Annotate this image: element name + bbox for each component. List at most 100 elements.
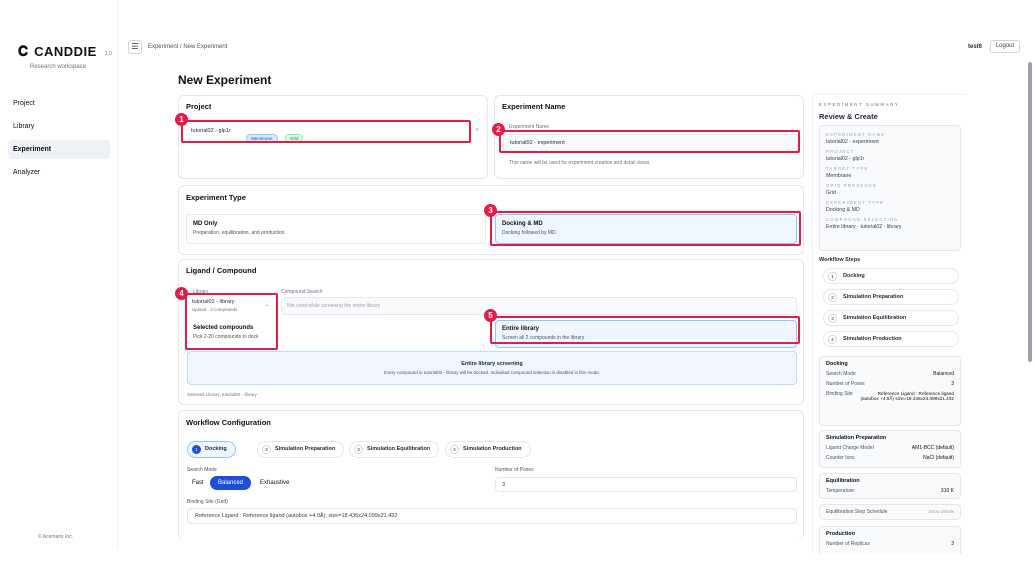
step-num: 2	[828, 292, 837, 302]
annotation-box-2	[499, 130, 800, 153]
annotation-box-3	[490, 211, 801, 246]
option-md-only[interactable]: MD Only Preparation, equilibration, and …	[186, 214, 486, 244]
banner-desc: Every compound in tutorial02 - library w…	[383, 370, 601, 375]
summary-schedule[interactable]: Equilibration Step Schedule Show details	[819, 504, 961, 520]
step-label: Simulation Production	[843, 336, 902, 342]
tab-sim-prod-label: Simulation Production	[463, 446, 522, 452]
summary-panel: EXPERIMENT SUMMARY Review & Create EXPER…	[812, 94, 966, 554]
mode-exhaustive[interactable]: Exhaustive	[252, 476, 297, 490]
summary-value: Grid	[826, 190, 837, 196]
ligand-title: Ligand / Compound	[186, 266, 257, 275]
tab-sim-prep-num: 2	[262, 445, 271, 454]
row-key: Binding Site	[826, 391, 853, 397]
summary-value: tutorial02 - experiment	[826, 139, 879, 145]
summary-label: COMPOUND SELECTION	[826, 217, 899, 222]
experiment-type-title: Experiment Type	[186, 193, 246, 202]
row-key: Counter Ions	[826, 455, 855, 461]
hamburger-icon[interactable]: ☰	[128, 40, 142, 54]
binding-site-value: Reference Ligand : Reference ligand (aut…	[195, 513, 398, 519]
brand[interactable]: 𝐂 CANDDIE 2.0	[18, 43, 112, 60]
tab-sim-prep[interactable]: 2 Simulation Preparation	[257, 441, 345, 458]
row-value: 310 K	[940, 488, 954, 494]
poses-value: 3	[502, 482, 506, 488]
sidebar-item-experiment[interactable]: Experiment	[8, 140, 110, 159]
annotation-badge-4: 4	[175, 287, 188, 300]
step-label: Docking	[843, 273, 865, 279]
docking-title: Docking	[826, 361, 848, 367]
mode-fast[interactable]: Fast	[184, 476, 212, 490]
equil-title: Equilibration	[826, 478, 860, 484]
tab-docking-label: Docking	[205, 446, 227, 452]
summary-label: GRID PRESENCE	[826, 183, 878, 188]
binding-site-select[interactable]: Reference Ligand : Reference ligand (aut…	[187, 508, 797, 524]
row-value: Reference Ligand : Reference ligand (aut…	[860, 391, 954, 401]
row-value: AM1-BCC (default)	[911, 445, 954, 451]
summary-value: tutorial02 - glp1r	[826, 156, 865, 162]
copyright: © Acemarix Inc.	[38, 534, 74, 540]
summary-fields: EXPERIMENT NAME tutorial02 - experiment …	[819, 125, 961, 251]
sidebar-item-analyzer[interactable]: Analyzer	[8, 163, 110, 182]
user-name: test6	[968, 44, 983, 50]
tab-sim-equil[interactable]: 3 Simulation Equilibration	[349, 441, 440, 458]
summary-docking: Docking Search Mode Balanced Number of Po…	[819, 356, 961, 426]
tab-docking-num: 1	[192, 445, 201, 454]
row-value: 3	[951, 381, 954, 387]
page-title: New Experiment	[178, 73, 272, 87]
experiment-name-help: This name will be used for experiment cr…	[509, 160, 651, 166]
banner-title: Entire library screening	[461, 361, 523, 367]
row-key: Temperature	[826, 488, 855, 494]
step-label: Simulation Equilibration	[843, 315, 907, 321]
sidebar-item-project[interactable]: Project	[8, 94, 110, 113]
schedule-label: Equilibration Step Schedule	[826, 509, 888, 515]
logout-button[interactable]: Logout	[990, 40, 1020, 53]
search-mode-label: Search Mode	[187, 467, 217, 473]
row-key: Search Mode	[826, 371, 856, 377]
tab-docking[interactable]: 1 Docking	[187, 441, 236, 458]
prod-title: Production	[826, 531, 856, 537]
row-value: Balanced	[933, 371, 954, 377]
compound-search-label: Compound Search	[281, 289, 323, 295]
annotation-box-5	[490, 316, 800, 344]
sidebar-item-library[interactable]: Library	[8, 117, 110, 136]
row-value: 3	[951, 541, 954, 547]
library-banner: Entire library screening Every compound …	[187, 351, 797, 385]
c-logo-icon: 𝐂	[18, 43, 29, 59]
step-num: 4	[828, 334, 837, 344]
compound-search-placeholder: Not used while screening the entire libr…	[287, 303, 381, 309]
option-md-only-title: MD Only	[193, 221, 218, 227]
tab-sim-prod-num: 4	[450, 445, 459, 454]
summary-label: PROJECT	[826, 149, 855, 154]
summary-title: Review & Create	[819, 112, 878, 121]
tab-sim-prod[interactable]: 4 Simulation Production	[445, 441, 531, 458]
annotation-badge-1: 1	[175, 113, 188, 126]
app-root: 𝐂 CANDDIE 2.0 Research workspace Project…	[0, 0, 1034, 581]
row-key: Number of Replicas	[826, 541, 870, 547]
show-details-button[interactable]: Show details	[928, 509, 954, 515]
binding-site-label: Binding Site (Grid)	[187, 499, 228, 505]
summary-step-equil: 3 Simulation Equilibration	[823, 310, 959, 326]
row-value: NaCl (default)	[923, 455, 954, 461]
annotation-box-4	[185, 293, 278, 350]
compound-search-input[interactable]: Not used while screening the entire libr…	[281, 297, 797, 315]
row-key: Ligand Charge Model	[826, 445, 874, 451]
mode-balanced[interactable]: Balanced	[210, 476, 252, 490]
summary-equil: Equilibration Temperature 310 K	[819, 473, 961, 499]
workflow-title: Workflow Configuration	[186, 418, 271, 427]
workspace-label: Research workspace	[30, 64, 87, 70]
step-label: Simulation Preparation	[843, 294, 904, 300]
summary-label: TARGET TYPE	[826, 166, 869, 171]
topbar: ☰ Experiment / New Experiment test6 Logo…	[118, 38, 1028, 58]
annotation-box-1	[181, 120, 471, 143]
brand-name: CANDDIE	[34, 44, 97, 59]
summary-label: EXPERIMENT NAME	[826, 132, 886, 137]
summary-value: Membrane	[826, 173, 852, 179]
project-title: Project	[186, 102, 212, 111]
summary-value: Docking & MD	[826, 207, 860, 213]
clear-icon[interactable]: ×	[475, 127, 479, 134]
tab-sim-equil-label: Simulation Equilibration	[367, 446, 431, 452]
breadcrumb: Experiment / New Experiment	[148, 44, 228, 50]
selected-library: Selected Library: tutorial02 - library	[187, 392, 257, 397]
poses-input[interactable]: 3	[495, 477, 797, 492]
scrollbar[interactable]	[1028, 62, 1032, 362]
tab-sim-equil-num: 3	[354, 445, 363, 454]
